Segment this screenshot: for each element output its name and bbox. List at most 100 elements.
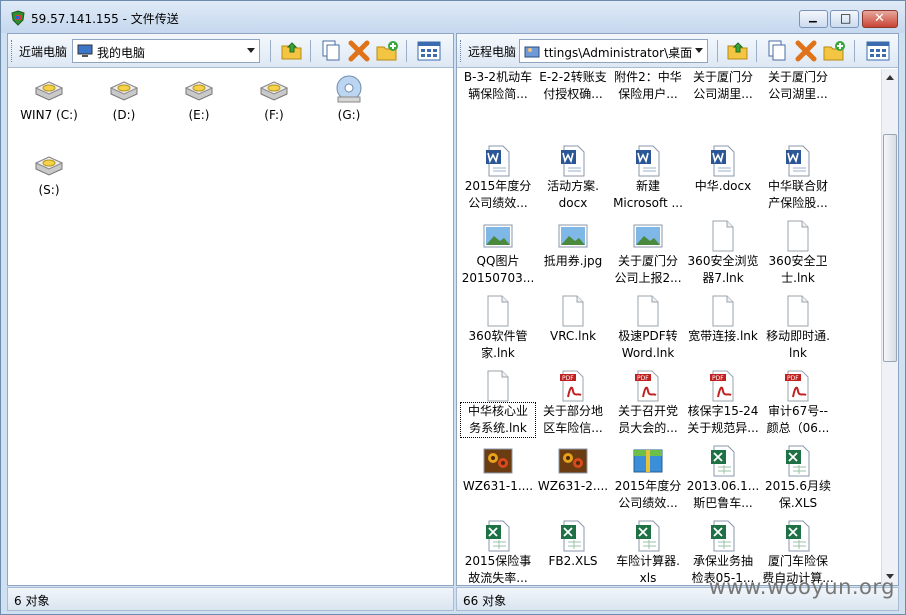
file-item-label: 附件2：中华 保险用户... bbox=[614, 70, 682, 101]
file-item[interactable]: 中华联合财 产保险股... bbox=[761, 144, 835, 212]
drive-icon bbox=[32, 148, 66, 182]
file-item-label: 中华.docx bbox=[694, 179, 752, 193]
close-icon: ✕ bbox=[874, 11, 885, 26]
file-item[interactable]: (F:) bbox=[237, 73, 311, 124]
file-icon bbox=[631, 294, 665, 328]
word-icon bbox=[631, 144, 665, 178]
file-item[interactable]: 关于厦门分 公司湖里... bbox=[761, 69, 835, 103]
copy-icon[interactable] bbox=[318, 38, 344, 64]
file-item-label: 360安全卫 士.lnk bbox=[768, 254, 828, 285]
toolbar-grip[interactable] bbox=[11, 40, 14, 62]
view-mode-icon[interactable] bbox=[416, 38, 442, 64]
file-item[interactable]: E-2-2转账支 付授权确... bbox=[536, 69, 610, 103]
file-item[interactable]: WZ631-1.... bbox=[461, 444, 535, 495]
app-shield-icon bbox=[11, 10, 25, 26]
file-item[interactable]: 中华核心业 务系统.lnk bbox=[460, 369, 536, 438]
local-location-combo[interactable]: 我的电脑 bbox=[72, 39, 260, 63]
file-item[interactable]: 360安全浏览 器7.lnk bbox=[686, 219, 760, 287]
file-item[interactable]: PDF 关于部分地 区车险信... bbox=[536, 369, 610, 437]
file-item[interactable]: B-3-2机动车 辆保险简... bbox=[461, 69, 535, 103]
file-item[interactable]: WZ631-2.... bbox=[536, 444, 610, 495]
folder-up-icon[interactable] bbox=[725, 38, 751, 64]
excel-icon bbox=[781, 444, 815, 478]
file-item-label: 极速PDF转 Word.lnk bbox=[618, 329, 678, 360]
chevron-down-icon[interactable] bbox=[247, 48, 255, 53]
file-item[interactable]: (D:) bbox=[87, 73, 161, 124]
file-item[interactable]: 中华.docx bbox=[686, 144, 760, 195]
file-item[interactable]: 2015年度分 公司绩效... bbox=[611, 444, 685, 512]
file-icon bbox=[781, 294, 815, 328]
title-bar[interactable]: 59.57.141.155 - 文件传送 ▁ □ ✕ bbox=[1, 1, 905, 33]
file-item[interactable]: 关于厦门分 公司湖里... bbox=[686, 69, 760, 103]
file-item[interactable]: PDF 审计67号-- 颜总（06... bbox=[761, 369, 835, 437]
remote-object-count: 66 对象 bbox=[463, 594, 507, 608]
file-item[interactable]: 宽带连接.lnk bbox=[686, 294, 760, 345]
file-item[interactable]: 2015.6月续 保.XLS bbox=[761, 444, 835, 512]
file-item[interactable]: FB2.XLS bbox=[536, 519, 610, 570]
excel-icon bbox=[706, 519, 740, 553]
file-item[interactable]: 极速PDF转 Word.lnk bbox=[611, 294, 685, 362]
file-item[interactable]: (E:) bbox=[162, 73, 236, 124]
folder-up-icon[interactable] bbox=[279, 38, 305, 64]
file-item-label: 2015年度分 公司绩效... bbox=[614, 479, 682, 510]
file-item[interactable]: WIN7 (C:) bbox=[12, 73, 86, 124]
file-item[interactable]: 移动即时通. lnk bbox=[761, 294, 835, 362]
excel-icon bbox=[556, 519, 590, 553]
toolbar-grip[interactable] bbox=[460, 40, 463, 62]
file-item-label: 2015.6月续 保.XLS bbox=[765, 479, 831, 510]
remote-location-combo[interactable]: ttings\Administrator\桌面 bbox=[519, 39, 708, 63]
file-item-label: WZ631-1.... bbox=[462, 479, 534, 493]
file-item[interactable]: 附件2：中华 保险用户... bbox=[611, 69, 685, 103]
minimize-button[interactable]: ▁ bbox=[799, 10, 828, 28]
file-item[interactable]: (S:) bbox=[12, 148, 86, 199]
file-item[interactable]: 活动方案. docx bbox=[536, 144, 610, 212]
remote-file-list[interactable]: B-3-2机动车 辆保险简... E-2-2转账支 付授权确... 附件2：中华 保… bbox=[457, 69, 881, 585]
close-button[interactable]: ✕ bbox=[862, 10, 898, 28]
new-folder-icon[interactable] bbox=[374, 38, 400, 64]
file-item-label: WZ631-2.... bbox=[537, 479, 609, 493]
file-item[interactable]: QQ图片 20150703... bbox=[461, 219, 535, 287]
file-item-label: 抵用券.jpg bbox=[543, 254, 603, 268]
remote-scrollbar[interactable] bbox=[881, 69, 898, 585]
file-item-label: (G:) bbox=[337, 108, 361, 122]
file-item[interactable]: 2015年度分 公司绩效... bbox=[461, 144, 535, 212]
file-item[interactable]: 2013.06.1... 斯巴鲁车... bbox=[686, 444, 760, 512]
file-item[interactable]: 2015保险事 故流失率... bbox=[461, 519, 535, 585]
new-folder-icon[interactable] bbox=[821, 38, 847, 64]
local-label: 近端电脑 bbox=[19, 45, 68, 59]
file-item[interactable]: PDF 关于召开党 员大会的... bbox=[611, 369, 685, 437]
file-item[interactable]: (G:) bbox=[312, 73, 386, 124]
file-item-label: 宽带连接.lnk bbox=[688, 329, 758, 343]
delete-icon[interactable] bbox=[346, 38, 372, 64]
file-item[interactable]: PDF 核保字15-24 关于规范异... bbox=[686, 369, 760, 437]
file-item[interactable]: 新建 Microsoft ... bbox=[611, 144, 685, 212]
file-item[interactable]: 关于厦门分 公司上报2... bbox=[611, 219, 685, 287]
local-file-list[interactable]: WIN7 (C:) (D:) (E:) (F:) (G:) (S:) bbox=[8, 69, 453, 585]
file-item[interactable]: VRC.lnk bbox=[536, 294, 610, 345]
file-item-label: VRC.lnk bbox=[549, 329, 597, 343]
scroll-thumb[interactable] bbox=[883, 134, 897, 362]
file-item[interactable]: 360安全卫 士.lnk bbox=[761, 219, 835, 287]
chevron-down-icon[interactable] bbox=[695, 48, 703, 53]
file-item[interactable]: 车险计算器. xls bbox=[611, 519, 685, 585]
maximize-button[interactable]: □ bbox=[830, 10, 859, 28]
local-object-count: 6 对象 bbox=[14, 594, 50, 608]
file-item-label: 中华核心业 务系统.lnk bbox=[460, 402, 536, 438]
scroll-up-icon[interactable] bbox=[882, 69, 898, 86]
file-icon bbox=[556, 294, 590, 328]
file-item-label: 关于厦门分 公司湖里... bbox=[767, 70, 828, 101]
copy-icon[interactable] bbox=[764, 38, 790, 64]
file-item-label: 关于厦门分 公司上报2... bbox=[614, 254, 682, 285]
file-icon bbox=[481, 369, 515, 403]
word-icon bbox=[481, 144, 515, 178]
file-item-label: (F:) bbox=[264, 108, 284, 122]
file-item-label: 新建 Microsoft ... bbox=[613, 179, 683, 210]
svg-text:PDF: PDF bbox=[562, 375, 574, 382]
delete-icon[interactable] bbox=[793, 38, 819, 64]
view-mode-icon[interactable] bbox=[865, 38, 891, 64]
file-item[interactable]: 抵用券.jpg bbox=[536, 219, 610, 270]
excel-icon bbox=[631, 519, 665, 553]
file-item-label: 活动方案. docx bbox=[547, 179, 599, 210]
pdf-icon: PDF bbox=[706, 369, 740, 403]
file-item[interactable]: 360软件管 家.lnk bbox=[461, 294, 535, 362]
